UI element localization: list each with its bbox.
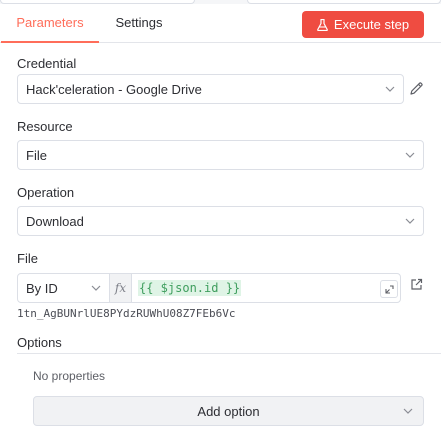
file-mode-select[interactable]: By ID: [18, 274, 110, 302]
expression-text: {{ $json.id }}: [138, 280, 242, 296]
no-properties-text: No properties: [33, 369, 106, 383]
file-expression-input[interactable]: {{ $json.id }}: [132, 274, 376, 302]
file-label: File: [17, 251, 38, 266]
chevron-down-icon: [405, 216, 415, 226]
resource-label: Resource: [17, 119, 73, 134]
panel-header: Parameters Settings Execute step: [0, 4, 441, 43]
tab-parameters[interactable]: Parameters: [1, 4, 99, 43]
chevron-down-icon: [405, 150, 415, 160]
execute-step-label: Execute step: [333, 17, 410, 32]
file-mode-value: By ID: [26, 280, 58, 296]
expand-icon: [384, 284, 394, 294]
open-expression-editor-button[interactable]: [380, 280, 398, 298]
fx-icon: fx: [110, 274, 132, 302]
add-option-button[interactable]: Add option: [33, 396, 424, 426]
options-label: Options: [17, 335, 62, 350]
external-link-icon[interactable]: [410, 278, 423, 291]
file-input-row: By ID fx {{ $json.id }}: [17, 273, 401, 303]
credential-label: Credential: [17, 56, 77, 71]
chevron-down-icon: [385, 84, 395, 94]
credential-select[interactable]: Hack'celeration - Google Drive: [17, 74, 404, 104]
chevron-down-icon: [403, 406, 413, 416]
node-parameters-panel: Parameters Settings Execute step Credent…: [0, 0, 441, 437]
flask-icon: [317, 18, 328, 31]
operation-label: Operation: [17, 185, 75, 200]
resolved-file-id: 1tn_AgBUNrlUE8PYdzRUWhU08Z7FEb6Vc: [17, 307, 236, 320]
execute-step-button[interactable]: Execute step: [302, 11, 424, 38]
operation-select[interactable]: Download: [17, 206, 424, 236]
resource-value: File: [26, 147, 47, 163]
tab-settings[interactable]: Settings: [104, 4, 174, 43]
chevron-down-icon: [91, 283, 101, 293]
resource-select[interactable]: File: [17, 140, 424, 170]
operation-value: Download: [26, 213, 84, 229]
add-option-label: Add option: [197, 403, 260, 419]
credential-value: Hack'celeration - Google Drive: [26, 81, 202, 97]
edit-credential-icon[interactable]: [409, 81, 424, 96]
